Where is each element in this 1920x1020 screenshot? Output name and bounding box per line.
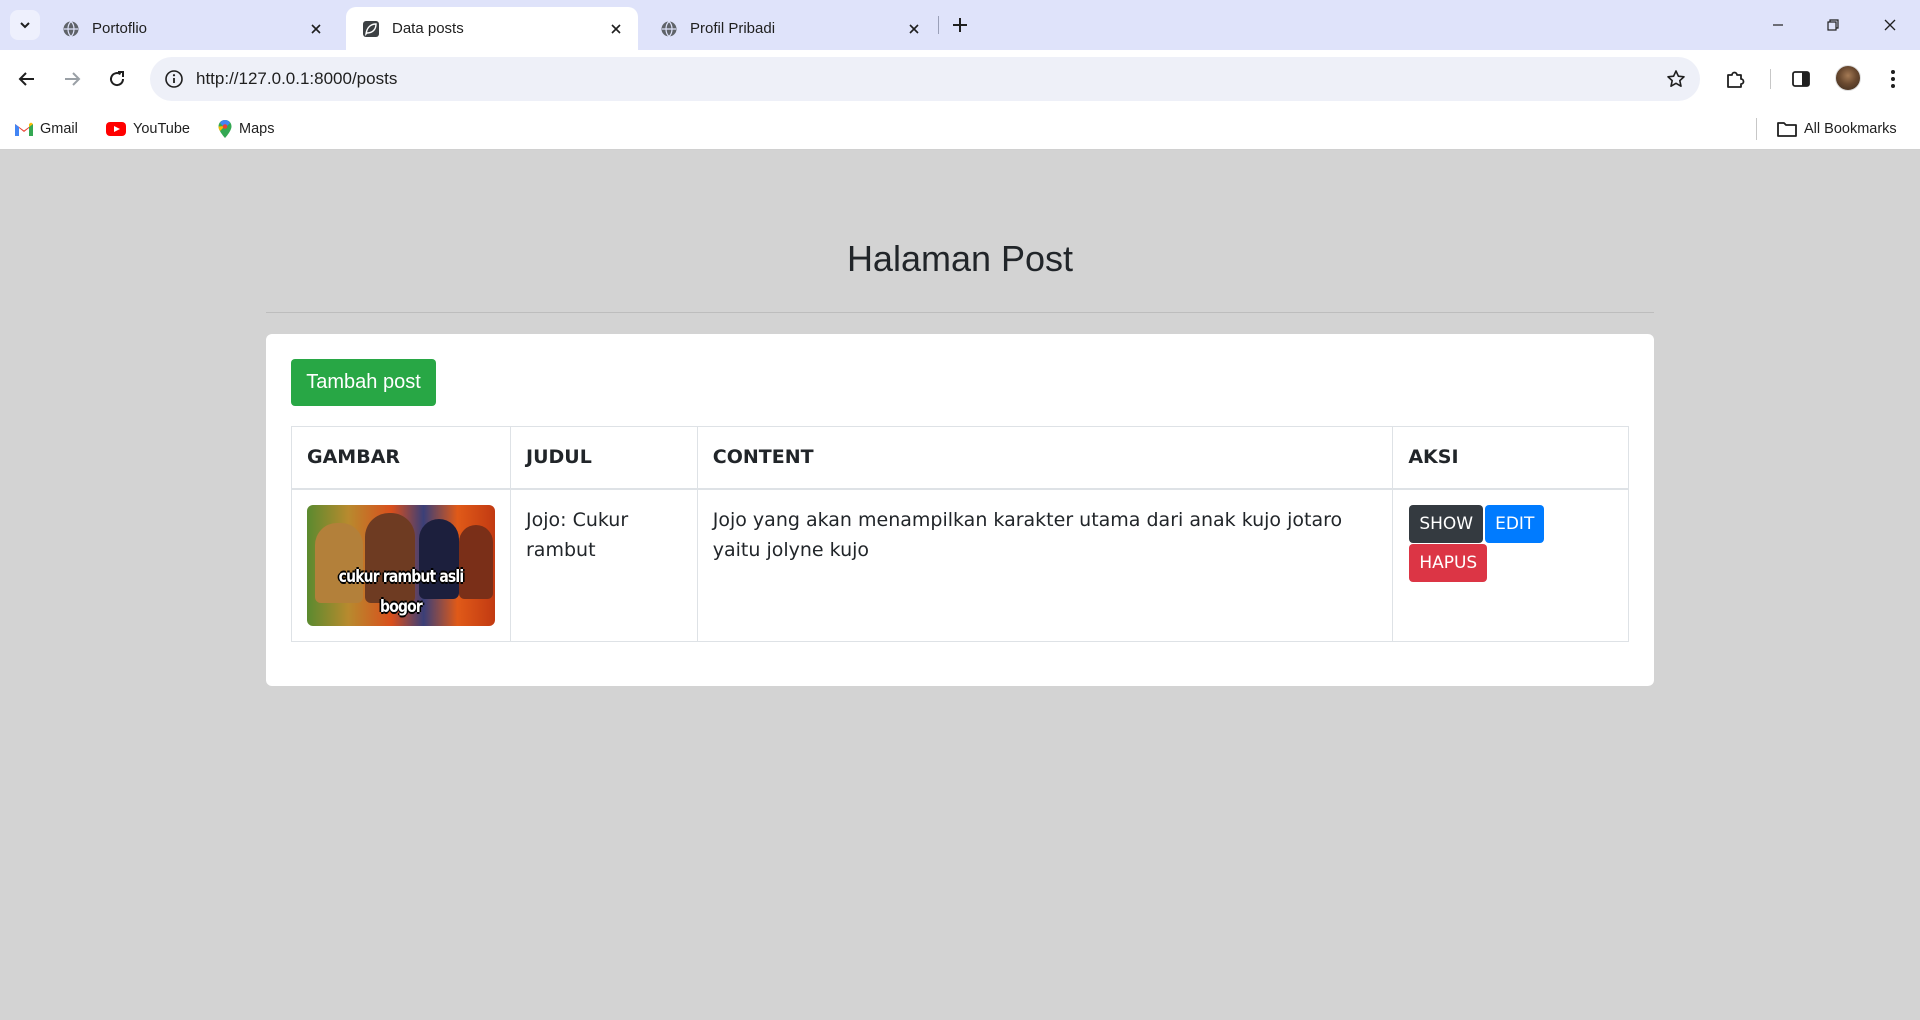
cell-content: Jojo yang akan menampilkan karakter utam… [696,488,1394,642]
delete-button[interactable]: HAPUS [1409,543,1488,582]
more-vert-icon [1891,70,1895,88]
maps-icon [217,119,233,139]
plus-icon [953,18,967,32]
back-button[interactable] [10,62,44,96]
close-tab-icon[interactable] [306,19,326,39]
folder-icon [1776,120,1798,138]
title-divider [266,312,1654,313]
tab-data-posts[interactable]: Data posts [346,7,638,50]
puzzle-icon [1727,71,1745,88]
tab-strip: Portoflio Data posts Profil Pribadi [0,0,1920,50]
all-bookmarks-label: All Bookmarks [1804,121,1897,137]
bookmark-star-icon[interactable] [1662,65,1690,93]
url-text[interactable]: http://127.0.0.1:8000/posts [196,69,397,89]
tab-profil-pribadi[interactable]: Profil Pribadi [644,7,936,50]
arrow-right-icon [65,72,81,86]
minimize-icon [1773,24,1783,26]
tab-title: Data posts [392,20,464,37]
reload-button[interactable] [100,62,134,96]
extensions-button[interactable] [1718,62,1752,96]
thumbnail-caption: cukur rambut asli bogor [338,566,464,617]
tab-search-button[interactable] [10,10,40,40]
forward-button[interactable] [55,62,89,96]
close-icon [1884,19,1896,31]
side-panel-icon [1792,71,1810,87]
globe-icon [660,20,678,38]
bookmarks-bar: Gmail YouTube Maps All Bookmarks [0,108,1920,150]
tab-separator [938,16,939,34]
close-tab-icon[interactable] [904,19,924,39]
site-info-icon[interactable] [154,59,194,99]
menu-button[interactable] [1876,62,1910,96]
cell-gambar: cukur rambut asli bogor [291,488,511,642]
toolbar-divider [1770,69,1771,89]
bookmark-maps[interactable]: Maps [217,116,274,142]
column-header-content: CONTENT [696,426,1394,490]
reload-icon [110,71,125,87]
close-tab-icon[interactable] [606,19,626,39]
side-panel-button[interactable] [1784,62,1818,96]
table-row: cukur rambut asli bogor Jojo: Cukur ramb… [291,488,1629,642]
restore-button[interactable] [1813,10,1853,40]
bookmark-label: Maps [239,121,275,137]
chevron-down-icon [20,22,30,29]
arrow-left-icon [18,72,34,86]
posts-table: GAMBAR JUDUL CONTENT AKSI cukur rambut a… [291,426,1629,642]
edit-button[interactable]: EDIT [1485,504,1545,543]
post-thumbnail: cukur rambut asli bogor [307,504,495,626]
bookmark-label: YouTube [133,121,190,137]
bookmark-label: Gmail [40,121,78,137]
cell-judul: Jojo: Cukur rambut [510,488,698,642]
tab-title: Portoflio [92,20,148,37]
leaf-icon [362,20,380,38]
tab-title: Profil Pribadi [690,20,776,37]
table-header-row: GAMBAR JUDUL CONTENT AKSI [291,426,1629,490]
profile-avatar[interactable] [1835,65,1861,91]
column-header-judul: JUDUL [510,426,698,490]
column-header-aksi: AKSI [1392,426,1629,490]
address-bar[interactable]: http://127.0.0.1:8000/posts [150,57,1700,101]
bookmarks-divider [1756,118,1757,140]
minimize-button[interactable] [1758,10,1798,40]
restore-icon [1827,19,1839,31]
globe-icon [62,20,80,38]
add-post-button[interactable]: Tambah post [291,359,436,406]
youtube-icon [105,121,127,137]
all-bookmarks-button[interactable]: All Bookmarks [1776,116,1897,142]
bookmark-youtube[interactable]: YouTube [105,116,190,142]
close-window-button[interactable] [1870,10,1910,40]
tab-portoflio[interactable]: Portoflio [46,7,338,50]
column-header-gambar: GAMBAR [291,426,511,490]
bookmark-gmail[interactable]: Gmail [14,116,78,142]
show-button[interactable]: SHOW [1409,504,1484,543]
posts-card: Tambah post GAMBAR JUDUL CONTENT AKSI cu… [266,334,1654,686]
cell-aksi: SHOW EDIT HAPUS [1392,488,1629,642]
browser-toolbar: http://127.0.0.1:8000/posts [0,50,1920,108]
page-title: Halaman Post [846,238,1074,279]
gmail-icon [14,121,34,137]
new-tab-button[interactable] [946,11,974,39]
